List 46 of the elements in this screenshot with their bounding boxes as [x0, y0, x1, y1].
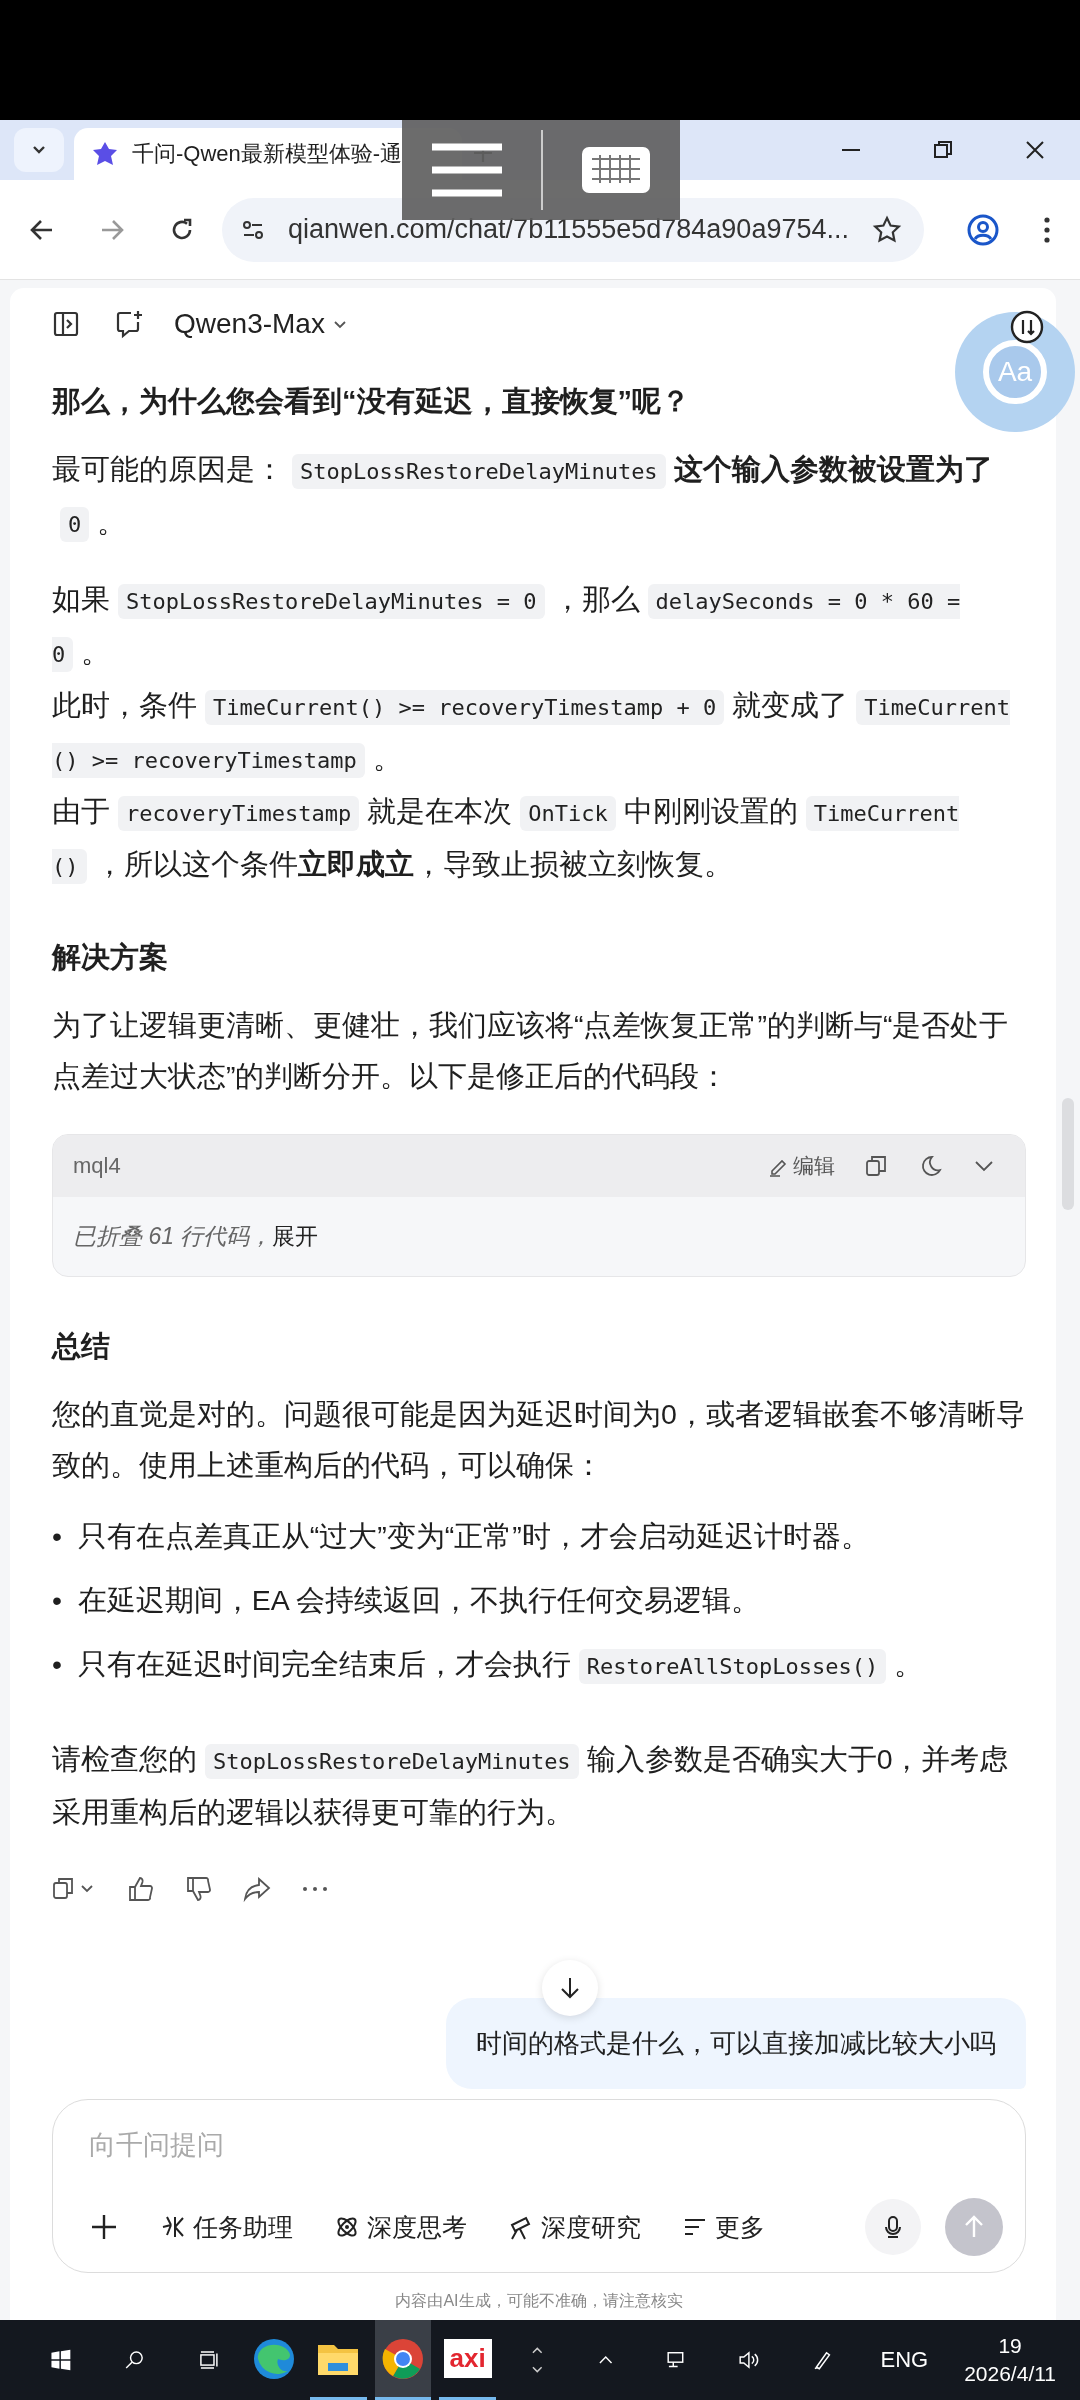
code-language: mql4	[73, 1153, 121, 1179]
expand-link[interactable]: 展开	[272, 1223, 319, 1249]
plus-icon[interactable]	[89, 2212, 119, 2242]
taskbar-app[interactable]	[374, 2320, 432, 2400]
restore-icon[interactable]	[932, 139, 954, 161]
clock-date: 2026/4/11	[964, 2361, 1057, 2387]
copy-icon[interactable]	[863, 1153, 889, 1179]
tab-title: 千问-Qwen最新模型体验-通	[132, 140, 403, 168]
section-heading: 那么，为什么您会看到“没有延迟，直接恢复”呢？	[52, 384, 691, 419]
bullet-item: • 只有在延迟时间完全结束后，才会执行 RestoreAllStopLosses() 。	[52, 1643, 1026, 1688]
paragraph: 如果 StopLossRestoreDelayMinutes = 0 ，那么 delaySeconds = 0 * 60 = 0 。 此时，条件 TimeCurrent() >= recoveryTimestamp + 0 就变成了 TimeCurrent() >= recoveryTimestamp 。 由于 recoveryTimestamp 就是在本次 OnTick 中刚刚设置的 TimeCurrent() ，所以这个条件立即成立，导致止损被立刻恢复。	[52, 574, 1026, 892]
scroll-down-button[interactable]	[542, 1960, 598, 2016]
tool-button[interactable]: 任务助理	[159, 2210, 293, 2244]
paragraph: 请检查您的 StopLossRestoreDelayMinutes 输入参数是否确实大于0，并考虑采用重构后的逻辑以获得更可靠的行为。	[52, 1742, 1010, 1830]
disclaimer-text: 内容由AI生成，可能不准确，请注意核实	[394, 2291, 684, 2311]
share-icon[interactable]	[242, 1874, 272, 1904]
bullet-item: • 在延迟期间，EA 会持续返回，不执行任何交易逻辑。	[52, 1583, 762, 1618]
model-selector[interactable]: Qwen3-Max	[174, 308, 349, 340]
edit-button[interactable]: 编辑	[767, 1152, 835, 1180]
paragraph: 最可能的原因是： StopLossRestoreDelayMinutes 这个输入参数被设置为了 0 。	[52, 444, 1026, 550]
chat-input[interactable]: 向千问提问 任务助理 深度思考 深度研究 更多	[52, 2099, 1026, 2273]
clock-time: 19	[998, 2333, 1022, 2359]
close-icon[interactable]	[1024, 139, 1046, 161]
profile-icon[interactable]	[966, 212, 1000, 247]
language-indicator[interactable]: ENG	[880, 2347, 929, 2373]
section-heading: 解决方案	[52, 940, 169, 975]
thumbs-up-icon[interactable]	[126, 1874, 156, 1904]
menu-icon[interactable]	[430, 141, 505, 199]
menu-icon[interactable]	[1042, 214, 1052, 245]
bookmark-star-icon[interactable]	[872, 214, 902, 245]
url-text: qianwen.com/chat/7b11555e5d784a90a9754...	[288, 214, 850, 245]
section-heading: 总结	[52, 1329, 111, 1364]
tool-button[interactable]: 深度研究	[507, 2210, 641, 2244]
bullet-item: • 只有在点差真正从“过大”变为“正常”时，才会启动延迟计时器。	[52, 1519, 871, 1554]
tool-button[interactable]: 更多	[681, 2210, 765, 2244]
paragraph: 您的直觉是对的。问题很可能是因为延迟时间为0，或者逻辑嵌套不够清晰导致的。使用上述重构后的代码，可以确保：	[52, 1397, 1026, 1483]
sort-badge-icon[interactable]	[1010, 310, 1044, 344]
taskbar-app[interactable]: axi	[439, 2320, 496, 2400]
paragraph: 为了让逻辑更清晰、更健壮，我们应该将“点差恢复正常”的判断与“是否处于点差过大状态”的判断分开。以下是修正后的代码段：	[52, 1008, 1010, 1094]
new-chat-icon[interactable]	[114, 309, 144, 339]
thumbs-down-icon[interactable]	[184, 1874, 214, 1904]
tool-button[interactable]: 深度思考	[333, 2210, 467, 2244]
keyboard-icon[interactable]	[579, 145, 652, 195]
user-message: 时间的格式是什么，可以直接加减比较大小吗	[446, 1998, 1026, 2089]
folded-notice: 已折叠 61 行代码，	[73, 1223, 273, 1249]
sidebar-toggle-icon[interactable]	[52, 310, 80, 338]
